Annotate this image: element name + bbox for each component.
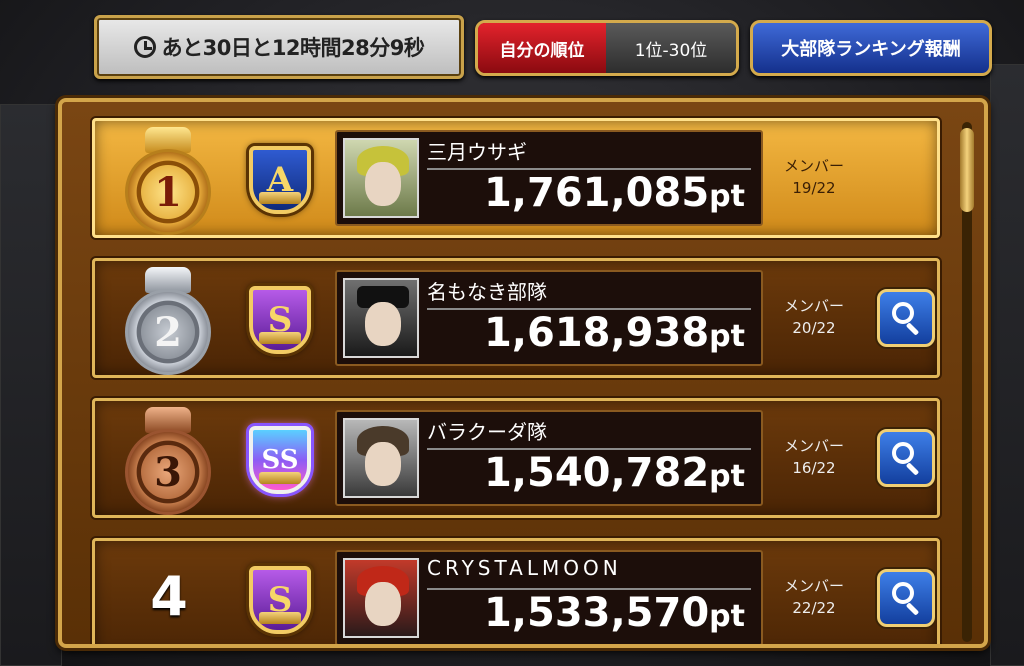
member-count: メンバー 22/22 — [771, 575, 857, 619]
members-value: 20/22 — [792, 319, 836, 337]
magnifier-icon — [892, 302, 914, 324]
my-rank-label: 自分の順位 — [478, 23, 606, 73]
my-rank-value: 1位-30位 — [606, 23, 736, 73]
team-card: バラクーダ隊 1,540,782pt — [335, 410, 763, 506]
magnifier-icon — [892, 582, 914, 604]
grade-a-emblem-icon: A — [235, 129, 325, 231]
team-search-button[interactable] — [877, 429, 935, 487]
member-count: メンバー 16/22 — [771, 435, 857, 479]
leader-avatar — [343, 558, 419, 638]
magnifier-icon — [892, 442, 914, 464]
grade-s-emblem-icon: S — [235, 269, 325, 371]
team-name: 名もなき部隊 — [427, 280, 547, 304]
member-count: メンバー 20/22 — [771, 295, 857, 339]
ranking-row[interactable]: 3 SS バラクーダ隊 1,540,782pt メンバー 16/22 — [92, 398, 940, 518]
clock-icon — [133, 36, 156, 58]
silver-medal-icon: 2 — [115, 267, 223, 375]
ranking-row[interactable]: 4 S CRYSTALMOON 1,533,570pt メンバー 22/22 — [92, 538, 940, 644]
background-building — [0, 104, 62, 666]
ranking-reward-button[interactable]: 大部隊ランキング報酬 — [750, 20, 992, 76]
team-points: 1,761,085pt — [483, 170, 745, 216]
leader-avatar — [343, 138, 419, 218]
grade-label: SS — [261, 445, 299, 475]
members-value: 22/22 — [792, 599, 836, 617]
members-label: メンバー — [783, 157, 844, 175]
event-timer: あと30日と12時間28分9秒 — [94, 15, 464, 79]
rank-number: 3 — [141, 445, 195, 499]
scrollbar-thumb[interactable] — [960, 128, 974, 212]
team-search-button[interactable] — [877, 289, 935, 347]
members-label: メンバー — [783, 297, 844, 315]
ranking-panel[interactable]: 1 A 三月ウサギ 1,761,085pt メンバー 19/22 2 S 名もな… — [58, 98, 988, 648]
team-search-button[interactable] — [877, 569, 935, 627]
team-points: 1,540,782pt — [483, 450, 745, 496]
team-name: CRYSTALMOON — [427, 556, 622, 580]
member-count: メンバー 19/22 — [771, 155, 857, 199]
grade-ss-emblem-icon: SS — [235, 409, 325, 511]
members-label: メンバー — [783, 437, 844, 455]
rank-number: 1 — [141, 165, 195, 219]
leader-avatar — [343, 418, 419, 498]
ranking-row[interactable]: 1 A 三月ウサギ 1,761,085pt メンバー 19/22 — [92, 118, 940, 238]
background-building — [990, 64, 1024, 666]
gold-medal-icon: 1 — [115, 127, 223, 235]
team-name: 三月ウサギ — [427, 140, 527, 164]
my-rank-display: 自分の順位 1位-30位 — [475, 20, 739, 76]
ranking-row[interactable]: 2 S 名もなき部隊 1,618,938pt メンバー 20/22 — [92, 258, 940, 378]
rank-number: 4 — [150, 565, 188, 628]
bronze-medal-icon: 3 — [115, 407, 223, 515]
timer-text: あと30日と12時間28分9秒 — [161, 36, 425, 60]
members-value: 16/22 — [792, 459, 836, 477]
team-name: バラクーダ隊 — [427, 420, 547, 444]
team-card: 名もなき部隊 1,618,938pt — [335, 270, 763, 366]
team-card: CRYSTALMOON 1,533,570pt — [335, 550, 763, 644]
leader-avatar — [343, 278, 419, 358]
members-value: 19/22 — [792, 179, 836, 197]
team-points: 1,533,570pt — [483, 590, 745, 636]
grade-s-emblem-icon: S — [235, 549, 325, 644]
rank-number: 2 — [141, 305, 195, 359]
members-label: メンバー — [783, 577, 844, 595]
team-card: 三月ウサギ 1,761,085pt — [335, 130, 763, 226]
team-points: 1,618,938pt — [483, 310, 745, 356]
